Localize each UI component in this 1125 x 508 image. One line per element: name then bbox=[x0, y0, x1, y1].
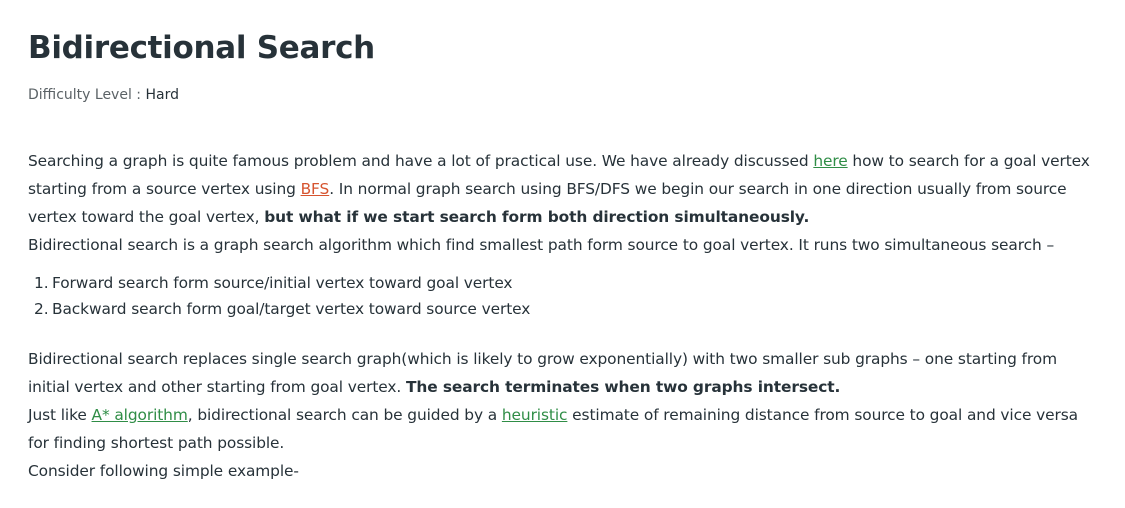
subgraph-paragraph: Bidirectional search replaces single sea… bbox=[28, 345, 1098, 401]
link-here[interactable]: here bbox=[813, 152, 847, 170]
difficulty-level: Difficulty Level : Hard bbox=[28, 87, 179, 103]
list-item-text: Backward search form goal/target vertex … bbox=[52, 300, 531, 318]
intro-paragraph: Searching a graph is quite famous proble… bbox=[28, 147, 1098, 231]
page-title: Bidirectional Search bbox=[28, 30, 375, 66]
heuristic-text-1: Just like bbox=[28, 406, 92, 424]
definition-paragraph: Bidirectional search is a graph search a… bbox=[28, 236, 1055, 254]
link-astar-algorithm[interactable]: A* algorithm bbox=[92, 406, 188, 424]
link-bfs[interactable]: BFS bbox=[301, 180, 330, 198]
difficulty-label: Difficulty Level : bbox=[28, 87, 146, 103]
termination-bold-text: The search terminates when two graphs in… bbox=[405, 378, 841, 396]
list-item-number: 2. bbox=[34, 300, 49, 318]
intro-bold-text: but what if we start search form both di… bbox=[264, 208, 810, 226]
intro-text-1: Searching a graph is quite famous proble… bbox=[28, 152, 814, 170]
heuristic-text-2: , bidirectional search can be guided by … bbox=[187, 406, 502, 424]
intro-section: Searching a graph is quite famous proble… bbox=[28, 147, 1098, 259]
difficulty-value: Hard bbox=[145, 87, 179, 103]
list-item: 1. Forward search form source/initial ver… bbox=[34, 270, 530, 296]
heuristic-paragraph: Just like A* algorithm, bidirectional se… bbox=[28, 401, 1098, 457]
list-item-text: Forward search form source/initial verte… bbox=[52, 274, 513, 292]
list-item-number: 1. bbox=[34, 274, 49, 292]
search-steps-list: 1. Forward search form source/initial ver… bbox=[34, 270, 530, 322]
list-item: 2. Backward search form goal/target verte… bbox=[34, 296, 530, 322]
example-intro-paragraph: Consider following simple example- bbox=[28, 462, 299, 480]
details-section: Bidirectional search replaces single sea… bbox=[28, 345, 1098, 485]
link-heuristic[interactable]: heuristic bbox=[502, 406, 568, 424]
